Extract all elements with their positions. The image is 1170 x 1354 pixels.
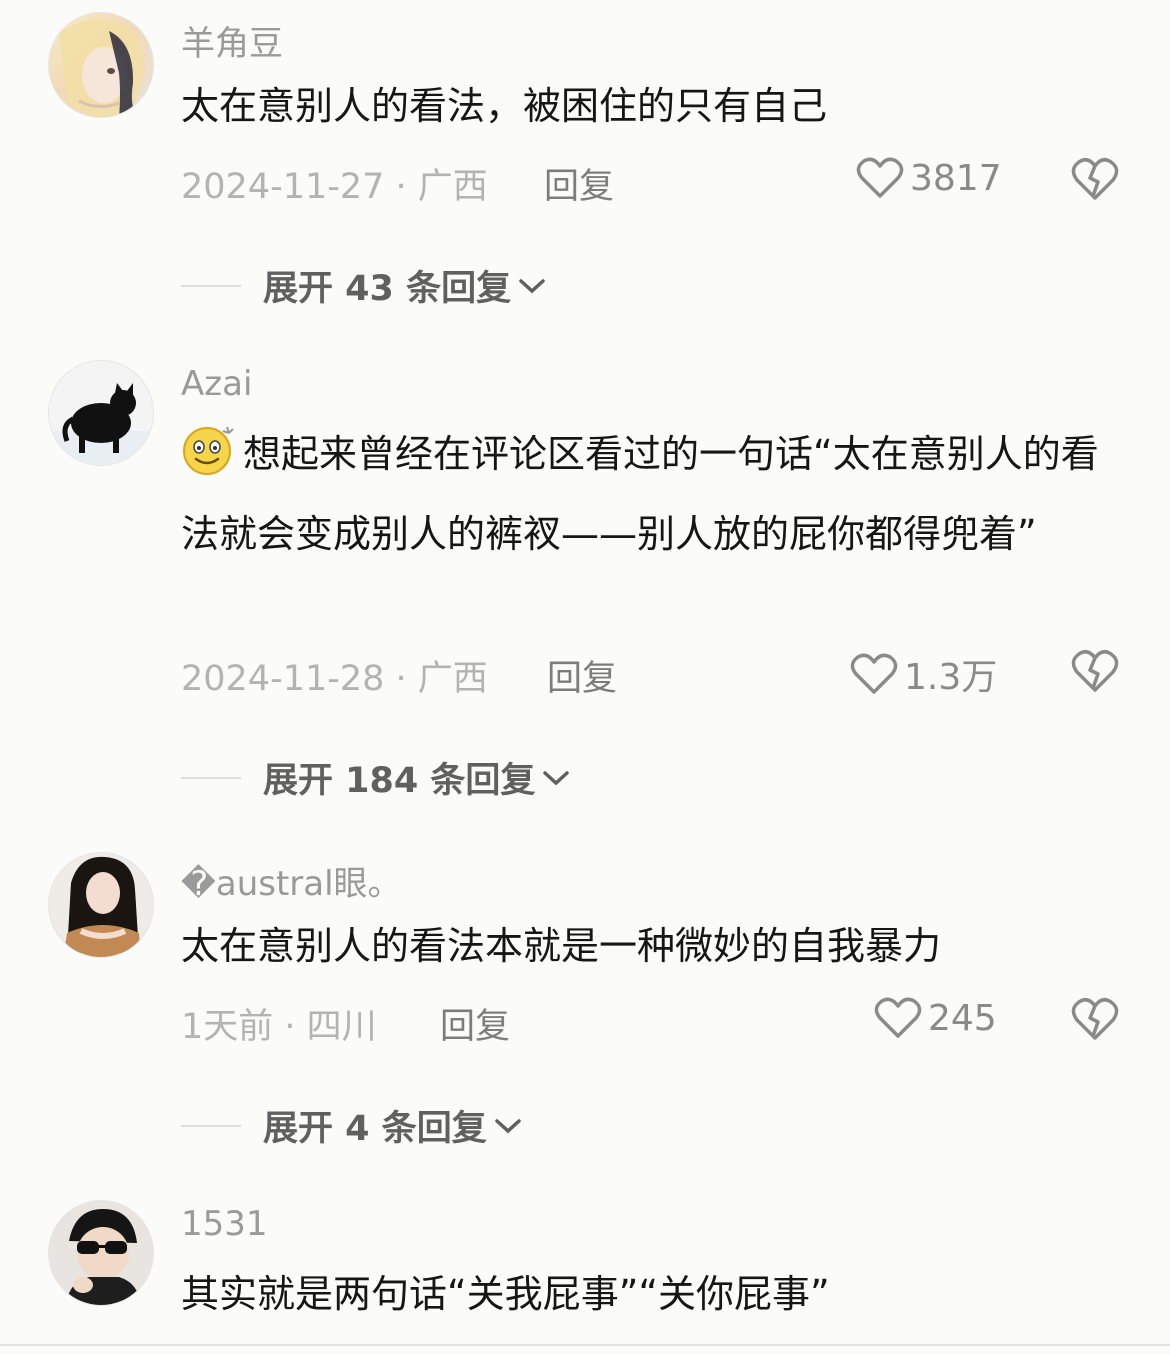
like-count: 3817 [910, 157, 1002, 199]
chevron-down-icon [494, 1118, 521, 1133]
comment-text: 想起来曾经在评论区看过的一句话“太在意别人的看法就会变成别人的裤衩——别人放的屁… [181, 432, 1099, 556]
like-button[interactable]: 1.3万 [850, 648, 997, 700]
dislike-button[interactable] [1071, 156, 1119, 206]
avatar[interactable] [48, 852, 154, 958]
heart-icon [874, 997, 922, 1038]
comment-text: 太在意别人的看法，被困住的只有自己 [181, 84, 828, 128]
sunglasses-boy-avatar-icon [65, 1209, 141, 1305]
expand-replies[interactable]: 展开 4 条回复 [181, 1100, 523, 1151]
dislike-button[interactable] [1071, 996, 1119, 1046]
username[interactable]: 羊角豆 [181, 16, 283, 65]
like-count: 245 [928, 997, 997, 1039]
expand-label: 展开 184 条回复 [263, 761, 536, 801]
username[interactable]: Azai [181, 364, 252, 404]
expand-label: 展开 43 条回复 [263, 269, 512, 309]
heart-icon [856, 157, 904, 198]
divider [181, 776, 241, 779]
expand-replies[interactable]: 展开 184 条回复 [181, 752, 571, 803]
divider [181, 284, 241, 287]
reply-button[interactable]: 回复 [440, 998, 510, 1049]
comment-text: 太在意别人的看法本就是一种微妙的自我暴力 [181, 924, 942, 968]
heart-icon [850, 653, 898, 694]
comment-meta: 1天前 · 四川 [181, 1007, 377, 1047]
expand-replies[interactable]: 展开 43 条回复 [181, 260, 547, 311]
avatar[interactable] [48, 1200, 154, 1306]
reply-button[interactable]: 回复 [547, 650, 617, 701]
like-button[interactable]: 3817 [856, 156, 1002, 200]
broken-heart-icon [1071, 650, 1119, 692]
comment-meta: 2024-11-28 · 广西 [181, 659, 488, 699]
black-cat-avatar-icon [49, 383, 153, 465]
avatar[interactable] [48, 12, 154, 118]
broken-heart-icon [1071, 158, 1119, 200]
reply-button[interactable]: 回复 [544, 158, 614, 209]
username[interactable]: 1531 [181, 1204, 268, 1244]
anime-girl-avatar-icon [59, 19, 145, 117]
chevron-down-icon [543, 770, 570, 785]
girl-photo-avatar-icon [63, 856, 141, 957]
dislike-button[interactable] [1071, 648, 1119, 698]
smiley-emoji-icon [181, 423, 237, 498]
username[interactable]: �austral眼。 [181, 856, 402, 905]
broken-heart-icon [1071, 998, 1119, 1040]
divider [181, 1124, 241, 1127]
comment-meta: 2024-11-27 · 广西 [181, 167, 488, 207]
expand-label: 展开 4 条回复 [263, 1109, 487, 1149]
like-button[interactable]: 245 [874, 996, 997, 1040]
like-count: 1.3万 [904, 657, 998, 698]
chevron-down-icon [519, 278, 545, 293]
avatar[interactable] [48, 360, 154, 466]
comment-text: 其实就是两句话“关我屁事”“关你屁事” [181, 1272, 830, 1316]
comment-text-wrapper: 想起来曾经在评论区看过的一句话“太在意别人的看法就会变成别人的裤衩——别人放的屁… [181, 418, 1121, 570]
divider [0, 1344, 1170, 1346]
